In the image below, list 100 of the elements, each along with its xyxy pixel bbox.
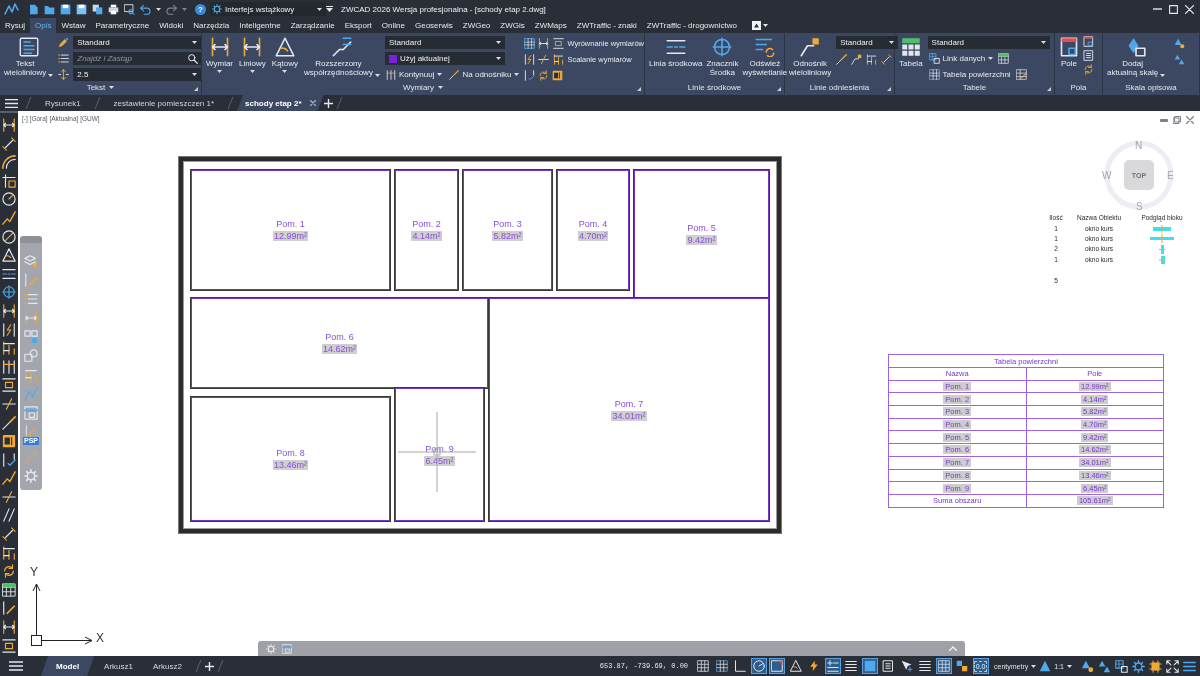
fullscreen-icon[interactable] — [1166, 659, 1179, 673]
multiline-text-button[interactable]: Tekst wieloliniowy — [3, 36, 55, 77]
grid-table-icon[interactable] — [998, 53, 1010, 64]
status-toggle-button[interactable] — [769, 658, 786, 674]
document-tab[interactable]: zestawienie pomieszczen 1* — [103, 95, 225, 111]
zigzag-icon[interactable] — [2, 210, 16, 225]
panel-launcher-icon[interactable] — [887, 87, 891, 91]
baseline-dimension-icon[interactable] — [553, 54, 565, 65]
dimension-tool-button[interactable]: Liniowy — [238, 36, 267, 73]
table-button[interactable]: Tabela — [898, 36, 924, 68]
text-document-icon[interactable] — [18, 37, 39, 57]
aligned-dimension-icon[interactable] — [2, 527, 16, 542]
coordinate-leader-icon[interactable] — [331, 37, 352, 57]
centerline-icon[interactable] — [2, 266, 16, 281]
field-document-icon[interactable] — [1059, 37, 1079, 57]
table-icon[interactable] — [928, 69, 940, 80]
ribbon-tab[interactable]: ZWGeo — [457, 18, 496, 33]
data-link-icon[interactable] — [928, 53, 940, 64]
ordinate-dimension-button[interactable]: Rozszerzony współrzędnościowy — [302, 36, 381, 77]
ribbon-tab[interactable]: ZWMaps — [529, 18, 572, 33]
baseline-dimension-icon[interactable] — [2, 545, 16, 560]
centerline-icon[interactable] — [665, 37, 686, 57]
plus-icon[interactable] — [323, 98, 333, 108]
line-pencil-icon[interactable] — [2, 601, 16, 616]
panel-launcher-icon[interactable] — [1047, 87, 1051, 91]
dimension-icon[interactable] — [209, 37, 230, 57]
multileader-button[interactable]: Odnośnik wieloliniowy — [788, 36, 833, 77]
dimension-tool-button[interactable]: Wymiar — [205, 36, 235, 73]
arc-icon[interactable] — [2, 155, 16, 170]
leader-arrow-icon[interactable] — [836, 54, 848, 65]
center-mark-icon[interactable] — [2, 285, 16, 300]
aligned-dimension-icon[interactable] — [2, 136, 16, 151]
center-mark-icon[interactable] — [712, 37, 733, 57]
print-preview-icon[interactable] — [124, 3, 135, 15]
leader-dimension-button[interactable]: Na odnośniku — [448, 68, 521, 81]
slashed-line-icon[interactable] — [538, 54, 550, 65]
area-table-icon[interactable] — [1015, 69, 1027, 80]
dimension-icon[interactable] — [2, 118, 16, 132]
table-icon[interactable] — [900, 37, 921, 57]
field-document-icon[interactable] — [1083, 36, 1094, 47]
search-icon[interactable] — [188, 53, 199, 64]
status-toggle-button[interactable] — [935, 658, 952, 674]
folder-icon[interactable] — [44, 3, 55, 15]
document-tab[interactable]: schody etap 2* — [237, 95, 324, 111]
layout-tab[interactable]: Arkusz1 — [94, 656, 143, 676]
chip-icon[interactable] — [1149, 659, 1162, 673]
minimize-icon[interactable] — [1160, 118, 1168, 122]
app-logo-icon[interactable] — [4, 3, 19, 15]
undo-icon[interactable] — [140, 3, 151, 15]
help-button[interactable]: ? — [195, 3, 206, 15]
maximize-icon[interactable] — [1169, 4, 1178, 14]
ribbon-tab[interactable]: Narzędzia — [188, 18, 235, 33]
ribbon-tab[interactable]: ZWGis — [495, 18, 530, 33]
status-toggle-button[interactable] — [713, 658, 730, 674]
menu-icon[interactable] — [1183, 659, 1196, 673]
restore-icon[interactable] — [1173, 116, 1181, 124]
status-toggle-button[interactable] — [843, 658, 860, 674]
copy-icon[interactable] — [92, 3, 103, 15]
ordinate-icon[interactable] — [2, 173, 16, 188]
bolt-dimension-icon[interactable] — [2, 322, 16, 337]
panel-launcher-icon[interactable] — [194, 87, 198, 91]
table-style-dropdown[interactable]: Standard — [927, 36, 1050, 49]
field-button[interactable]: Pole — [1058, 36, 1080, 68]
diamond-frame-icon[interactable] — [1126, 37, 1147, 57]
panel-launcher-icon[interactable] — [637, 87, 641, 91]
layout-tab[interactable]: Model — [41, 656, 95, 676]
status-toggle-button[interactable] — [787, 658, 804, 674]
frame-icon[interactable] — [552, 70, 564, 81]
gear-icon[interactable] — [212, 4, 222, 14]
leader-style-dropdown[interactable]: Standard — [836, 36, 899, 49]
status-toggle-button[interactable] — [695, 658, 712, 674]
plus-icon[interactable] — [204, 661, 214, 671]
refresh-icon[interactable] — [1083, 64, 1094, 75]
add-scale-button[interactable]: Dodaj aktualną skalę — [1106, 36, 1167, 77]
box-dimension-icon[interactable] — [2, 638, 16, 653]
ribbon-tab[interactable]: Wstaw — [56, 18, 91, 33]
document-tab[interactable]: Rysunek1 — [35, 95, 91, 111]
list-icon[interactable] — [58, 53, 70, 64]
triangles-icon[interactable] — [1098, 659, 1111, 673]
dimension-tool-button[interactable]: Kątowy — [270, 36, 299, 73]
panel-launcher-icon[interactable] — [777, 87, 781, 91]
menu-icon[interactable] — [9, 661, 23, 671]
leader-arrow-icon[interactable] — [449, 69, 460, 80]
status-toggle-button[interactable] — [861, 658, 878, 674]
gear-icon[interactable] — [1132, 659, 1145, 673]
save-as-icon[interactable] — [76, 3, 87, 15]
ribbon-tab[interactable]: ZWTraffic - drogownictwo — [641, 18, 742, 33]
ribbon-toggle-icon[interactable] — [752, 21, 768, 30]
ribbon-tab[interactable]: ZWTraffic - znaki — [571, 18, 642, 33]
diameter-icon[interactable] — [2, 229, 16, 244]
customize-caret-icon[interactable] — [326, 6, 333, 12]
centerline-tool-button[interactable]: Znacznik Środka — [705, 36, 740, 77]
workspace-dropdown[interactable]: Interfejs wstążkowy — [210, 2, 326, 16]
ribbon-tab[interactable]: Online — [376, 18, 410, 33]
save-icon[interactable] — [60, 3, 71, 15]
area-table-button[interactable]: Tabela powierzchni — [927, 68, 1012, 81]
status-toggle-button[interactable] — [917, 658, 934, 674]
ribbon-tab[interactable]: Parametryczne — [90, 18, 155, 33]
triangle-dot-icon[interactable] — [1174, 38, 1186, 49]
lines-refresh-icon[interactable] — [754, 37, 775, 57]
